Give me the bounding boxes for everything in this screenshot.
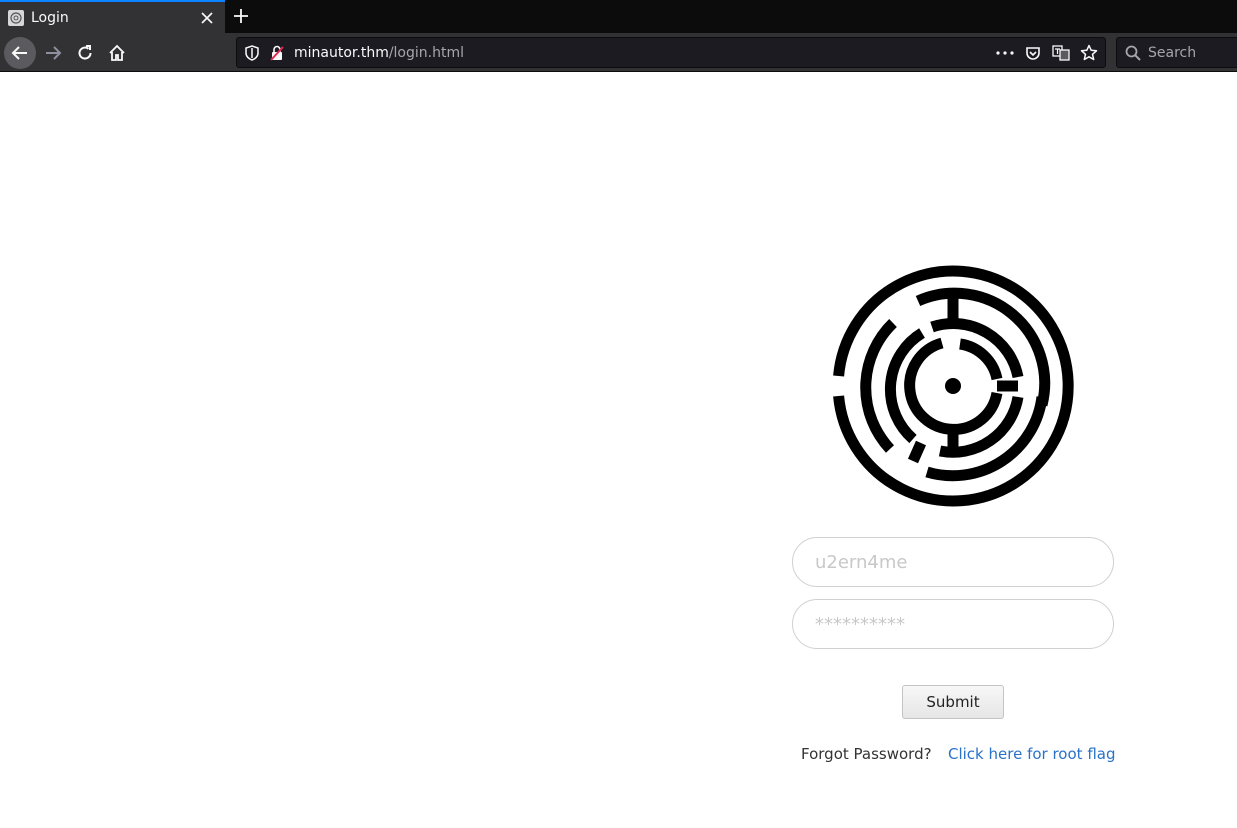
tab-login[interactable]: Login bbox=[0, 0, 225, 33]
root-flag-link[interactable]: Click here for root flag bbox=[948, 745, 1115, 763]
url-path: /login.html bbox=[388, 44, 464, 61]
search-icon bbox=[1124, 44, 1142, 62]
url-actions bbox=[995, 43, 1099, 63]
submit-button[interactable]: Submit bbox=[902, 685, 1004, 719]
tab-bar: Login bbox=[0, 0, 1237, 33]
forward-button[interactable] bbox=[37, 37, 69, 69]
reload-button[interactable] bbox=[69, 37, 101, 69]
translate-icon[interactable] bbox=[1051, 43, 1071, 63]
maze-logo bbox=[833, 265, 1074, 507]
bookmark-star-icon[interactable] bbox=[1079, 43, 1099, 63]
home-icon bbox=[109, 44, 125, 61]
reload-icon bbox=[78, 45, 92, 60]
more-icon[interactable] bbox=[995, 43, 1015, 63]
plus-icon[interactable] bbox=[229, 4, 253, 28]
back-button[interactable] bbox=[4, 37, 36, 69]
password-input[interactable] bbox=[792, 599, 1114, 649]
pocket-icon[interactable] bbox=[1023, 43, 1043, 63]
nav-toolbar: minautor.thm/login.html Search bbox=[0, 33, 1237, 72]
tab-title: Login bbox=[31, 9, 69, 26]
arrow-left-icon bbox=[11, 46, 27, 60]
arrow-right-icon bbox=[46, 46, 62, 60]
search-placeholder: Search bbox=[1148, 44, 1197, 61]
globe-icon bbox=[8, 9, 24, 26]
shield-icon[interactable] bbox=[243, 44, 261, 62]
url-text[interactable]: minautor.thm/login.html bbox=[294, 45, 995, 61]
close-icon[interactable] bbox=[197, 8, 217, 28]
url-host: minautor.thm bbox=[294, 44, 389, 61]
home-button[interactable] bbox=[101, 37, 133, 69]
forgot-password-text: Forgot Password? bbox=[801, 745, 932, 763]
search-box[interactable]: Search bbox=[1116, 37, 1237, 68]
url-bar[interactable]: minautor.thm/login.html bbox=[236, 37, 1106, 68]
insecure-lock-icon[interactable] bbox=[268, 44, 286, 62]
username-input[interactable] bbox=[792, 537, 1114, 587]
